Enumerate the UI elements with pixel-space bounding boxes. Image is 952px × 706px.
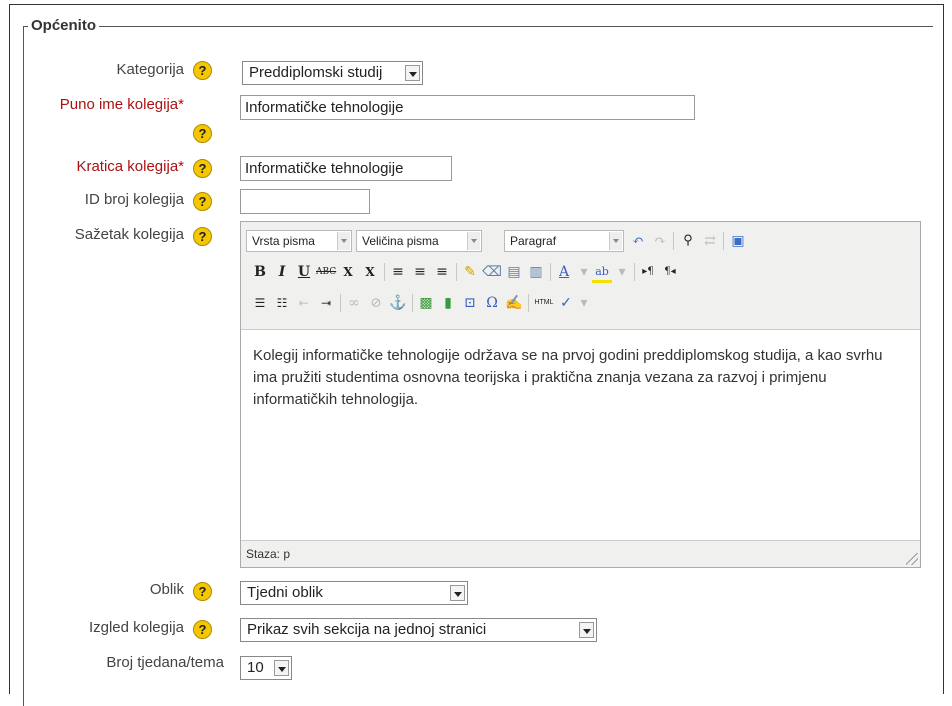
toolbar-separator <box>550 263 551 281</box>
media-icon[interactable]: ▮ <box>438 292 458 314</box>
paste-word-icon[interactable]: ▥ <box>526 261 546 283</box>
numbered-list-icon[interactable]: ☷ <box>272 292 292 314</box>
toolbar-row-3: ☰ ☷ ⇤ ⇥ ∞ ⊘ ⚓ ▩ ▮ ⊡ Ω ✍ HTML ✓ ▾ <box>246 292 916 318</box>
html-source-icon[interactable]: HTML <box>532 292 556 314</box>
idnumber-input[interactable] <box>240 189 370 214</box>
fullname-input[interactable]: Informatičke tehnologije <box>240 95 695 120</box>
chevron-down-icon <box>450 585 465 601</box>
help-icon[interactable]: ? <box>193 124 212 143</box>
italic-icon[interactable]: I <box>272 261 292 283</box>
toolbar-separator <box>456 263 457 281</box>
numsections-select[interactable]: 10 <box>240 656 292 680</box>
chevron-down-icon <box>467 232 480 250</box>
rtl-icon[interactable]: ¶◂ <box>660 261 680 283</box>
align-right-icon[interactable]: ≡ <box>432 261 452 283</box>
layout-value: Prikaz svih sekcija na jednoj stranici <box>247 621 487 638</box>
underline-icon[interactable]: U <box>294 261 314 283</box>
redo-icon[interactable]: ↷ <box>650 230 670 252</box>
help-icon[interactable]: ? <box>193 192 212 211</box>
subscript-icon[interactable]: X <box>338 261 358 283</box>
font-family-value: Vrsta pisma <box>252 234 315 248</box>
help-icon[interactable]: ? <box>193 582 212 601</box>
chevron-down-icon <box>579 622 594 638</box>
help-icon[interactable]: ? <box>193 61 212 80</box>
edit-icon[interactable]: ✍ <box>504 292 524 314</box>
image-icon[interactable]: ▩ <box>416 292 436 314</box>
toolbar-row-1: Vrsta pisma Veličina pisma Paragraf ↶ ↷ … <box>246 230 916 256</box>
superscript-icon[interactable]: X <box>360 261 380 283</box>
clean-up-icon[interactable]: ✎ <box>460 261 480 283</box>
chevron-down-icon <box>609 232 622 250</box>
unlink-icon[interactable]: ⊘ <box>366 292 386 314</box>
required-marker: * <box>178 158 184 175</box>
toolbar-separator <box>340 294 341 312</box>
format-select[interactable]: Tjedni oblik <box>240 581 468 605</box>
font-size-value: Veličina pisma <box>362 234 439 248</box>
chevron-down-icon[interactable]: ▾ <box>612 261 632 283</box>
toolbar-separator <box>384 263 385 281</box>
chevron-down-icon[interactable]: ▾ <box>574 261 594 283</box>
toolbar-separator <box>528 294 529 312</box>
paragraph-select[interactable]: Paragraf <box>504 230 624 252</box>
editor-path-status: Staza: p <box>246 547 291 561</box>
bold-icon[interactable]: B <box>250 261 270 283</box>
undo-icon[interactable]: ↶ <box>628 230 648 252</box>
layout-label: Izgled kolegija <box>88 619 184 636</box>
strikethrough-icon[interactable]: ABC <box>316 261 336 283</box>
font-size-select[interactable]: Veličina pisma <box>356 230 482 252</box>
toolbar-separator <box>634 263 635 281</box>
toolbar-row-2: B I U ABC X X ≡ ≡ ≡ ✎ ⌫ ▤ ▥ A ▾ ab ▾ ▸¶ … <box>246 261 916 287</box>
help-icon[interactable]: ? <box>193 227 212 246</box>
required-marker: * <box>178 96 184 113</box>
fieldset-legend: Općenito <box>28 17 100 34</box>
indent-icon[interactable]: ⇥ <box>316 292 336 314</box>
toolbar-separator <box>673 232 674 250</box>
anchor-icon[interactable]: ⚓ <box>388 292 408 314</box>
ltr-icon[interactable]: ▸¶ <box>638 261 658 283</box>
toolbar-separator <box>723 232 724 250</box>
idnumber-label: ID broj kolegija <box>84 191 184 208</box>
fullname-label-text: Puno ime kolegija <box>59 96 179 113</box>
fullscreen-icon[interactable]: ▣ <box>728 230 748 252</box>
outdent-icon[interactable]: ⇤ <box>294 292 314 314</box>
category-value: Preddiplomski studij <box>249 64 383 81</box>
fullname-label: Puno ime kolegija* <box>60 96 184 113</box>
bullet-list-icon[interactable]: ☰ <box>250 292 270 314</box>
help-icon[interactable]: ? <box>193 159 212 178</box>
summary-textarea[interactable]: Kolegij informatičke tehnologije održava… <box>241 329 920 541</box>
category-select[interactable]: Preddiplomski studij <box>242 61 423 85</box>
replace-icon[interactable]: ⇄ <box>700 230 720 252</box>
text-color-icon[interactable]: A <box>554 261 574 283</box>
shortname-input[interactable]: Informatičke tehnologije <box>240 156 452 181</box>
font-family-select[interactable]: Vrsta pisma <box>246 230 352 252</box>
category-label: Kategorija <box>116 61 184 78</box>
special-char-icon[interactable]: Ω <box>482 292 502 314</box>
format-label: Oblik <box>149 581 184 598</box>
eraser-icon[interactable]: ⌫ <box>482 261 502 283</box>
paragraph-value: Paragraf <box>510 234 557 248</box>
find-icon[interactable]: ⚲ <box>678 230 698 252</box>
spellcheck-icon[interactable]: ✓ <box>556 292 576 314</box>
layout-select[interactable]: Prikaz svih sekcija na jednoj stranici <box>240 618 597 642</box>
chevron-down-icon <box>274 660 289 676</box>
align-center-icon[interactable]: ≡ <box>410 261 430 283</box>
toolbar-separator <box>412 294 413 312</box>
resize-handle[interactable] <box>906 553 918 565</box>
highlight-color-icon[interactable]: ab <box>592 261 612 283</box>
summary-editor: Vrsta pisma Veličina pisma Paragraf ↶ ↷ … <box>240 221 921 568</box>
summary-label: Sažetak kolegija <box>74 226 184 243</box>
shortname-label: Kratica kolegija* <box>76 158 184 175</box>
format-value: Tjedni oblik <box>247 584 323 601</box>
smiley-icon[interactable]: ⊡ <box>460 292 480 314</box>
chevron-down-icon <box>405 65 420 81</box>
help-icon[interactable]: ? <box>193 620 212 639</box>
chevron-down-icon[interactable]: ▾ <box>574 292 594 314</box>
paste-text-icon[interactable]: ▤ <box>504 261 524 283</box>
shortname-label-text: Kratica kolegija <box>76 158 179 175</box>
chevron-down-icon <box>337 232 350 250</box>
numsections-value: 10 <box>247 659 264 676</box>
numsections-label: Broj tjedana/tema <box>106 654 224 671</box>
link-icon[interactable]: ∞ <box>344 292 364 314</box>
align-left-icon[interactable]: ≡ <box>388 261 408 283</box>
